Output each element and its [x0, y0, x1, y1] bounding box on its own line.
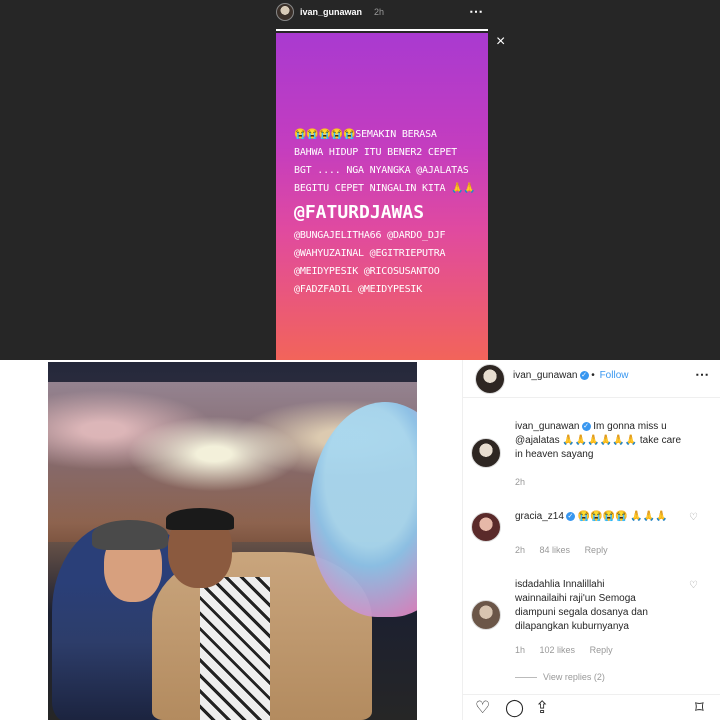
- story-mentions-1[interactable]: @BUNGAJELITHA66 @DARDO_DJF: [294, 227, 490, 245]
- comment-time: 1h: [515, 645, 526, 655]
- comment-username[interactable]: gracia_z14: [515, 511, 564, 522]
- separator-dot: •: [591, 370, 595, 381]
- comment-like-heart-icon[interactable]: ♡: [689, 580, 698, 591]
- comment-avatar[interactable]: [471, 438, 501, 468]
- post-action-bar: ♡ ◯ ⇪ ⌑: [463, 694, 720, 720]
- comment-icon[interactable]: ◯: [505, 699, 524, 717]
- praying-hands-emoji: 🙏🙏🙏🙏🙏🙏: [562, 435, 638, 446]
- like-heart-icon[interactable]: ♡: [475, 699, 490, 717]
- comment-time: 2h: [515, 545, 526, 555]
- story-viewer: ivan_gunawan 2h ⋯ × 😭😭😭😭😭SEMAKIN BERASA …: [0, 0, 720, 360]
- comment-meta: 1h 102 likes Reply: [515, 645, 625, 655]
- share-icon[interactable]: ⇪: [535, 699, 549, 717]
- comment-body: gracia_z14 ✓ 😭😭😭😭 🙏🙏🙏: [515, 510, 700, 524]
- comment-body: isdadahlia Innalillahi wainnailaihi raji…: [515, 579, 648, 632]
- story-line-4: BEGITU CEPET NINGALIN KITA 🙏🙏: [294, 183, 476, 194]
- story-line-3: BGT .... NGA NYANGKA @AJALATAS: [294, 165, 469, 176]
- story-header: ivan_gunawan 2h: [276, 2, 384, 22]
- comment-meta: 2h: [515, 477, 537, 487]
- post-header: ivan_gunawan ✓ • Follow ⋯: [463, 360, 720, 398]
- post-author-username[interactable]: ivan_gunawan: [513, 370, 578, 381]
- verified-badge-icon: ✓: [565, 511, 575, 521]
- comment-likes[interactable]: 84 likes: [540, 545, 571, 555]
- crying-emoji: 😭😭😭😭: [577, 511, 628, 522]
- story-line-2: BAHWA HIDUP ITU BENER2 CEPET: [294, 147, 457, 158]
- comment-username[interactable]: isdadahlia: [515, 579, 560, 590]
- story-time: 2h: [374, 7, 385, 17]
- post-comments-panel: ivan_gunawan ✓ • Follow ⋯ ivan_gunawan ✓ I…: [462, 360, 720, 720]
- post-author-avatar[interactable]: [475, 364, 505, 394]
- comment-meta: 2h 84 likes Reply: [515, 545, 620, 555]
- comment-likes[interactable]: 102 likes: [540, 645, 576, 655]
- story-big-mention[interactable]: @FATURDJAWAS: [294, 199, 490, 227]
- person-right-scarf: [200, 577, 270, 720]
- praying-hands-emoji: 🙏🙏🙏: [630, 511, 668, 522]
- close-icon[interactable]: ×: [496, 33, 505, 51]
- story-avatar[interactable]: [276, 3, 294, 21]
- more-options-icon[interactable]: ⋯: [469, 2, 484, 20]
- divider-line: [515, 677, 537, 679]
- person-right-hair: [166, 508, 234, 530]
- crying-emoji: 😭😭😭😭😭: [294, 129, 356, 140]
- story-mentions-2[interactable]: @WAHYUZAINAL @EGITRIEPUTRA: [294, 245, 490, 263]
- story-progress-fill: [276, 29, 488, 31]
- reply-button[interactable]: Reply: [585, 545, 608, 555]
- story-mentions-4[interactable]: @FADZFADIL @MEIDYPESIK: [294, 281, 490, 299]
- story-line-1: 😭😭😭😭😭SEMAKIN BERASA: [294, 129, 437, 140]
- story-username[interactable]: ivan_gunawan: [300, 7, 362, 17]
- verified-badge-icon: ✓: [581, 421, 591, 431]
- person-left-cap: [92, 520, 168, 550]
- comment-like-heart-icon[interactable]: ♡: [689, 512, 698, 523]
- view-replies-button[interactable]: View replies (2): [515, 672, 605, 682]
- praying-hands-emoji: 🙏🙏: [451, 183, 476, 194]
- reply-button[interactable]: Reply: [590, 645, 613, 655]
- more-options-icon[interactable]: ⋯: [695, 366, 709, 383]
- verified-badge-icon: ✓: [579, 370, 589, 380]
- comment-avatar[interactable]: [471, 512, 501, 542]
- post-author: ivan_gunawan ✓ • Follow: [513, 370, 628, 381]
- post-photo[interactable]: [48, 362, 417, 720]
- story-caption: 😭😭😭😭😭SEMAKIN BERASA BAHWA HIDUP ITU BENE…: [294, 126, 490, 299]
- comment-avatar[interactable]: [471, 600, 501, 630]
- follow-button[interactable]: Follow: [600, 370, 629, 381]
- comment-time: 2h: [515, 477, 526, 487]
- comment-username[interactable]: ivan_gunawan: [515, 421, 580, 432]
- story-progress-bar: [276, 29, 488, 31]
- bookmark-icon[interactable]: ⌑: [695, 699, 704, 717]
- comment-body: ivan_gunawan ✓ Im gonna miss u @ajalatas …: [515, 421, 682, 460]
- story-mentions-3[interactable]: @MEIDYPESIK @RICOSUSANTOO: [294, 263, 490, 281]
